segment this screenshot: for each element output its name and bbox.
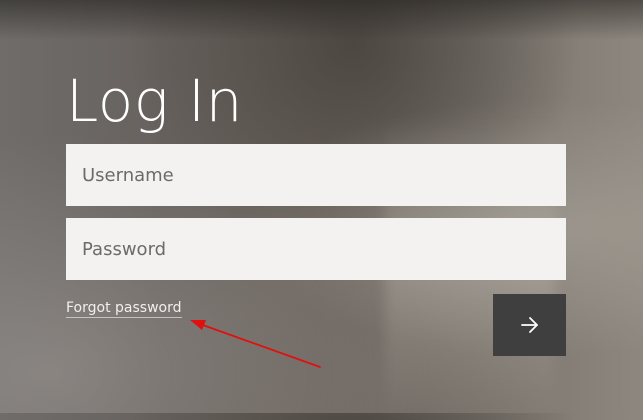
annotation-arrow-head [190, 320, 206, 330]
password-field[interactable] [66, 218, 566, 280]
background-top-shadow [0, 0, 643, 40]
username-field[interactable] [66, 144, 566, 206]
annotation-arrow-line [199, 323, 321, 368]
page-title: Log In [66, 67, 243, 135]
arrow-right-icon [520, 317, 538, 333]
forgot-password-link[interactable]: Forgot password [66, 300, 182, 318]
submit-button[interactable] [493, 294, 566, 356]
